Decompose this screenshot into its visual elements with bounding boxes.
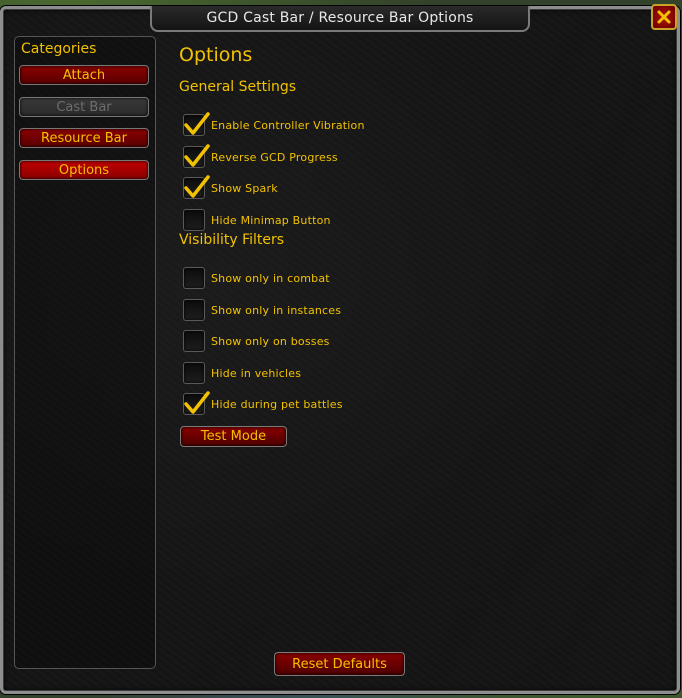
reverse-gcd-progress-checkbox[interactable]: Reverse GCD Progress xyxy=(183,144,338,169)
checkbox-label: Hide during pet battles xyxy=(211,397,343,411)
checkmark-icon xyxy=(184,175,210,198)
checkbox-box[interactable] xyxy=(183,362,205,384)
close-button[interactable] xyxy=(651,4,677,30)
visibility-filters-heading: Visibility Filters xyxy=(179,232,285,248)
checkmark-icon xyxy=(184,144,210,167)
reset-defaults-label: Reset Defaults xyxy=(292,656,387,672)
category-label: Attach xyxy=(62,67,106,83)
window-title-text: GCD Cast Bar / Resource Bar Options xyxy=(206,10,474,26)
category-label: Cast Bar xyxy=(56,99,112,115)
checkbox-label: Show Spark xyxy=(211,181,278,195)
options-title: Options xyxy=(179,44,253,66)
categories-panel: Categories Attach Cast Bar Resource Bar … xyxy=(14,36,156,669)
show-only-in-instances-checkbox[interactable]: Show only in instances xyxy=(183,298,341,322)
checkbox-label: Show only in instances xyxy=(211,303,342,317)
category-options-button[interactable]: Options xyxy=(19,160,149,180)
test-mode-label: Test Mode xyxy=(200,429,267,444)
hide-in-vehicles-checkbox[interactable]: Hide in vehicles xyxy=(183,361,301,385)
checkmark-icon xyxy=(184,112,210,135)
checkbox-label: Enable Controller Vibration xyxy=(211,118,365,132)
categories-title: Categories xyxy=(21,41,97,57)
checkbox-box[interactable] xyxy=(183,330,205,352)
checkbox-box[interactable] xyxy=(183,209,205,231)
checkbox-label: Hide Minimap Button xyxy=(211,213,331,227)
checkbox-label: Reverse GCD Progress xyxy=(211,150,338,164)
show-only-on-bosses-checkbox[interactable]: Show only on bosses xyxy=(183,329,330,353)
category-label: Options xyxy=(58,162,110,178)
test-mode-button[interactable]: Test Mode xyxy=(180,426,287,447)
category-cast-bar-button: Cast Bar xyxy=(19,97,149,117)
checkbox-box[interactable] xyxy=(183,112,210,136)
checkbox-label: Show only in combat xyxy=(211,271,330,285)
checkbox-label: Hide in vehicles xyxy=(211,366,302,380)
general-settings-heading: General Settings xyxy=(179,79,297,95)
enable-controller-vibration-checkbox[interactable]: Enable Controller Vibration xyxy=(183,112,365,137)
hide-minimap-button-checkbox[interactable]: Hide Minimap Button xyxy=(183,208,331,232)
window-title: GCD Cast Bar / Resource Bar Options xyxy=(150,6,530,32)
checkmark-icon xyxy=(184,391,210,414)
reset-defaults-button[interactable]: Reset Defaults xyxy=(274,652,405,676)
category-resource-bar-button[interactable]: Resource Bar xyxy=(19,128,149,148)
checkbox-box[interactable] xyxy=(183,299,205,321)
show-only-in-combat-checkbox[interactable]: Show only in combat xyxy=(183,266,330,290)
checkbox-box[interactable] xyxy=(183,391,210,415)
category-attach-button[interactable]: Attach xyxy=(19,65,149,85)
category-label: Resource Bar xyxy=(41,130,127,146)
show-spark-checkbox[interactable]: Show Spark xyxy=(183,175,278,200)
checkbox-label: Show only on bosses xyxy=(211,334,330,348)
close-icon xyxy=(657,10,671,24)
checkbox-box[interactable] xyxy=(183,175,210,199)
checkbox-box[interactable] xyxy=(183,267,205,289)
hide-during-pet-battles-checkbox[interactable]: Hide during pet battles xyxy=(183,391,343,416)
checkbox-box[interactable] xyxy=(183,144,210,168)
